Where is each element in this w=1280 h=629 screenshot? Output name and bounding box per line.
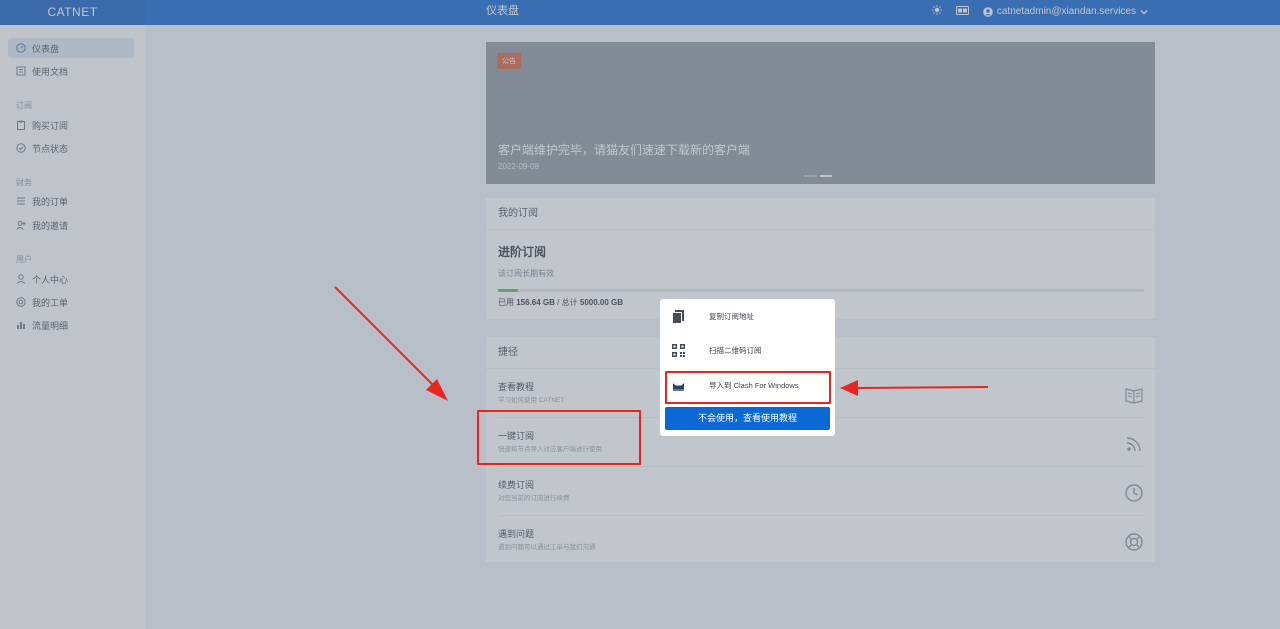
annotation-arrows bbox=[334, 286, 989, 401]
annotation-arrow-left bbox=[334, 286, 448, 401]
annotation-arrow-right bbox=[840, 380, 989, 396]
